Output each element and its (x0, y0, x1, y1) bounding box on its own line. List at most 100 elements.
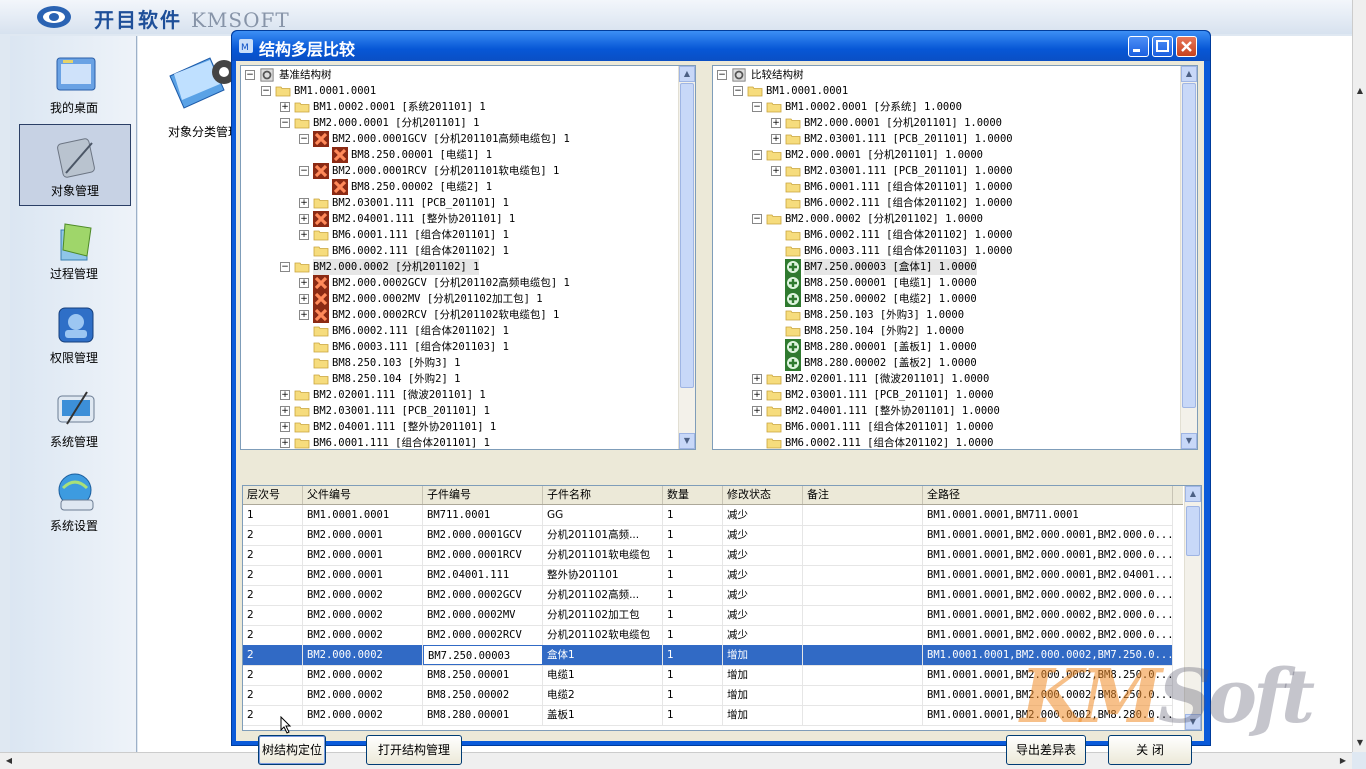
tree-node[interactable]: + BM2.03001.111 [PCB_201101] 1.0000 (713, 163, 1181, 179)
main-vertical-scrollbar[interactable]: ▲ ▼ (1352, 0, 1366, 752)
column-header[interactable]: 子件编号 (423, 486, 543, 504)
table-row[interactable]: 2 BM2.000.0001 BM2.04001.111 整外协201101 1 减少 BM… (243, 565, 1173, 586)
tree-node[interactable]: BM8.280.00001 [盖板1] 1.0000 (713, 339, 1181, 355)
tree-node[interactable]: BM8.250.00002 [电缆2] 1 (241, 179, 679, 195)
collapse-icon[interactable]: − (261, 86, 271, 96)
column-header[interactable]: 父件编号 (303, 486, 423, 504)
tree-node[interactable]: BM8.250.104 [外购2] 1 (241, 371, 679, 387)
tree-node[interactable]: + BM2.03001.111 [PCB_201101] 1 (241, 195, 679, 211)
tree-node[interactable]: BM6.0001.111 [组合体201101] 1.0000 (713, 419, 1181, 435)
tree-node[interactable]: BM8.250.103 [外购3] 1.0000 (713, 307, 1181, 323)
expand-icon[interactable]: + (280, 422, 290, 432)
tree-node[interactable]: − BM2.000.0002 [分机201102] 1 (241, 259, 679, 275)
scroll-left-icon[interactable]: ◀ (2, 754, 16, 768)
collapse-icon[interactable]: − (752, 214, 762, 224)
column-header[interactable]: 全路径 (923, 486, 1173, 504)
collapse-icon[interactable]: − (299, 166, 309, 176)
collapse-icon[interactable]: − (299, 134, 309, 144)
tree-node[interactable]: + BM2.02001.111 [微波201101] 1 (241, 387, 679, 403)
tree-node[interactable]: + BM2.02001.111 [微波201101] 1.0000 (713, 371, 1181, 387)
tree-node[interactable]: BM8.250.103 [外购3] 1 (241, 355, 679, 371)
nav-item-system-settings[interactable]: 系统设置 (19, 460, 129, 540)
scroll-right-icon[interactable]: ▶ (1336, 754, 1350, 768)
table-cell[interactable]: BM7.250.00003 (423, 645, 543, 665)
expand-icon[interactable]: + (299, 214, 309, 224)
minimize-button[interactable] (1128, 36, 1149, 57)
expand-icon[interactable]: + (752, 374, 762, 384)
expand-icon[interactable]: + (299, 230, 309, 240)
table-row[interactable]: 2 BM2.000.0002 BM2.000.0002RCV 分机201102软电缆包… (243, 625, 1173, 646)
tree-scrollbar[interactable]: ▲ ▼ (678, 66, 695, 449)
scroll-thumb[interactable] (680, 83, 694, 388)
scroll-down-icon[interactable]: ▼ (1181, 433, 1197, 449)
dialog-titlebar[interactable]: M 结构多层比较 (232, 31, 1210, 61)
tree-node[interactable]: BM6.0002.111 [组合体201102] 1 (241, 323, 679, 339)
tree-node[interactable]: BM8.250.00001 [电缆1] 1.0000 (713, 275, 1181, 291)
collapse-icon[interactable]: − (280, 118, 290, 128)
tree-node[interactable]: − BM1.0002.0001 [分系统] 1.0000 (713, 99, 1181, 115)
tree-node[interactable]: BM6.0002.111 [组合体201102] 1.0000 (713, 227, 1181, 243)
tree-node[interactable]: BM6.0003.111 [组合体201103] 1.0000 (713, 243, 1181, 259)
compare-structure-tree[interactable]: − 比较结构树 − BM1.0001.0001− BM1.0002.0001 [分系统]… (712, 65, 1198, 450)
tree-node[interactable]: BM7.250.00003 [盒体1] 1.0000 (713, 259, 1181, 275)
tree-node[interactable]: BM8.250.00002 [电缆2] 1.0000 (713, 291, 1181, 307)
scroll-up-icon[interactable]: ▲ (1181, 66, 1197, 82)
expand-icon[interactable]: + (299, 278, 309, 288)
column-header[interactable]: 子件名称 (543, 486, 663, 504)
tree-node[interactable]: + BM2.04001.111 [整外协201101] 1 (241, 419, 679, 435)
tree-node[interactable]: BM6.0003.111 [组合体201103] 1 (241, 339, 679, 355)
collapse-icon[interactable]: − (280, 262, 290, 272)
tree-node[interactable]: BM6.0002.111 [组合体201102] 1.0000 (713, 435, 1181, 449)
object-classification-icon[interactable] (166, 46, 236, 110)
tree-node[interactable]: + BM2.000.0002MV [分机201102加工包] 1 (241, 291, 679, 307)
table-row[interactable]: 1 BM1.0001.0001 BM711.0001 GG 1 减少 BM1.0001.00… (243, 505, 1173, 526)
expand-icon[interactable]: + (280, 102, 290, 112)
tree-node[interactable]: + BM2.04001.111 [整外协201101] 1.0000 (713, 403, 1181, 419)
expand-icon[interactable]: + (752, 390, 762, 400)
tree-node[interactable]: BM6.0002.111 [组合体201102] 1.0000 (713, 195, 1181, 211)
tree-node[interactable]: + BM2.000.0002GCV [分机201102高频电缆包] 1 (241, 275, 679, 291)
column-header[interactable]: 层次号 (243, 486, 303, 504)
tree-scrollbar[interactable]: ▲ ▼ (1180, 66, 1197, 449)
scroll-up-icon[interactable]: ▲ (1353, 84, 1366, 98)
tree-node[interactable]: + BM2.000.0001 [分机201101] 1.0000 (713, 115, 1181, 131)
tree-node[interactable]: − BM2.000.0001GCV [分机201101高频电缆包] 1 (241, 131, 679, 147)
tree-node[interactable]: − BM2.000.0001 [分机201101] 1 (241, 115, 679, 131)
expand-icon[interactable]: + (299, 198, 309, 208)
tree-node[interactable]: BM8.280.00002 [盖板2] 1.0000 (713, 355, 1181, 371)
nav-item-desktop[interactable]: 我的桌面 (19, 42, 129, 122)
nav-item-process-management[interactable]: 过程管理 (19, 208, 129, 288)
tree-node[interactable]: + BM2.03001.111 [PCB_201101] 1.0000 (713, 387, 1181, 403)
table-row[interactable]: 2 BM2.000.0002 BM2.000.0002MV 分机201102加工包 1 减… (243, 605, 1173, 626)
tree-node[interactable]: − BM2.000.0001 [分机201101] 1.0000 (713, 147, 1181, 163)
collapse-icon[interactable]: − (752, 102, 762, 112)
tree-node[interactable]: + BM2.03001.111 [PCB_201101] 1 (241, 403, 679, 419)
expand-icon[interactable]: + (771, 166, 781, 176)
scroll-up-icon[interactable]: ▲ (1185, 486, 1201, 502)
tree-node[interactable]: BM6.0002.111 [组合体201102] 1 (241, 243, 679, 259)
tree-node[interactable]: − BM1.0001.0001 (241, 83, 679, 99)
tree-node[interactable]: + BM2.04001.111 [整外协201101] 1 (241, 211, 679, 227)
close-window-button[interactable] (1176, 36, 1197, 57)
tree-node[interactable]: + BM2.03001.111 [PCB_201101] 1.0000 (713, 131, 1181, 147)
expand-icon[interactable]: + (299, 310, 309, 320)
tree-node[interactable]: BM6.0001.111 [组合体201101] 1.0000 (713, 179, 1181, 195)
expand-icon[interactable]: + (299, 294, 309, 304)
scroll-down-icon[interactable]: ▼ (679, 433, 695, 449)
tree-node[interactable]: + BM6.0001.111 [组合体201101] 1 (241, 227, 679, 243)
table-row[interactable]: 2 BM2.000.0001 BM2.000.0001RCV 分机201101软电缆包… (243, 545, 1173, 566)
tree-node[interactable]: + BM1.0002.0001 [系统201101] 1 (241, 99, 679, 115)
tree-node[interactable]: − BM2.000.0001RCV [分机201101软电缆包] 1 (241, 163, 679, 179)
column-header[interactable]: 备注 (803, 486, 923, 504)
column-header[interactable]: 数量 (663, 486, 723, 504)
tree-node[interactable]: − BM2.000.0002 [分机201102] 1.0000 (713, 211, 1181, 227)
tree-node[interactable]: BM8.250.00001 [电缆1] 1 (241, 147, 679, 163)
collapse-icon[interactable]: − (752, 150, 762, 160)
nav-item-permission-management[interactable]: 权限管理 (19, 292, 129, 372)
scroll-thumb[interactable] (1186, 506, 1200, 556)
tree-node[interactable]: BM8.250.104 [外购2] 1.0000 (713, 323, 1181, 339)
collapse-icon[interactable]: − (733, 86, 743, 96)
expand-icon[interactable]: + (280, 390, 290, 400)
nav-item-system-management[interactable]: 系统管理 (19, 376, 129, 456)
scroll-thumb[interactable] (1182, 83, 1196, 408)
